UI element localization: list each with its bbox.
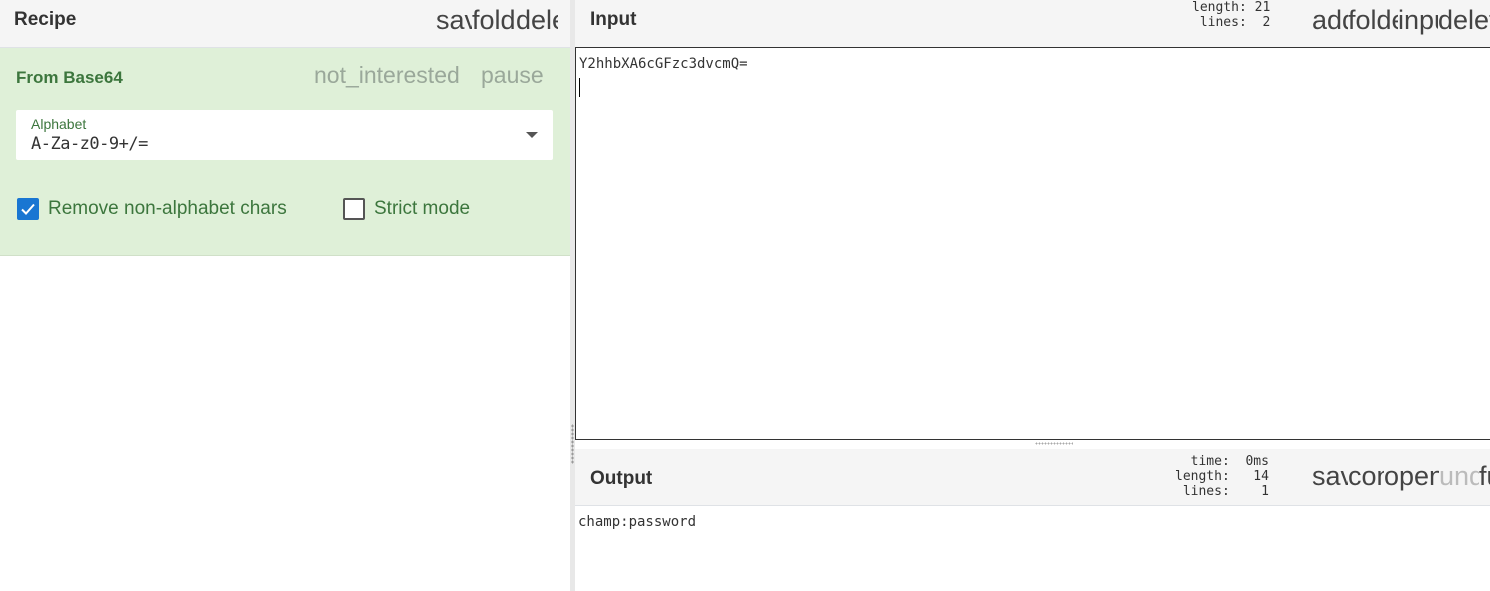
open-in-icon[interactable]: open_in_browser [1384,461,1439,491]
input-stats: length: 21 lines: 2 [1192,0,1271,30]
pane-resize-handle[interactable] [571,424,574,464]
output-toolbar: savecontent_copyopen_in_browserundofulls… [1312,461,1490,491]
disable-operation-icon[interactable]: not_interested [314,62,460,89]
output-title: Output [590,468,653,489]
input-title: Input [590,9,637,30]
input-header: Input length: 21 lines: 2 addfolderinput… [575,0,1490,47]
add-icon[interactable]: add [1312,5,1348,35]
alphabet-value: A-Za-z0-9+/= [31,134,148,154]
save-icon[interactable]: save [436,5,472,35]
fullscreen-icon[interactable]: fullscreen [1479,461,1490,491]
remove-non-alphabet-label[interactable]: Remove non-alphabet chars [48,198,287,220]
pause-icon[interactable]: pause [481,62,544,89]
recipe-pane: Recipe savefolderdelete From Base64 not_… [0,0,570,591]
operation-title: From Base64 [16,68,123,87]
alphabet-label: Alphabet [31,116,87,132]
recipe-toolbar: savefolderdelete [436,5,558,35]
save-icon[interactable]: save [1312,461,1348,491]
checkmark-icon [21,203,35,215]
output-stats: time: 0ms length: 14 lines: 1 [1175,454,1269,499]
alphabet-select[interactable]: Alphabet A-Za-z0-9+/= [16,110,553,160]
undo-icon[interactable]: undo [1439,461,1479,491]
folder-icon[interactable]: folder [472,5,516,35]
operation-from-base64[interactable]: From Base64 not_interested pause Alphabe… [0,48,570,256]
input-icon[interactable]: input [1398,5,1438,35]
recipe-title: Recipe [14,9,77,30]
recipe-header: Recipe savefolderdelete [0,0,570,48]
text-cursor [579,78,580,97]
strict-mode-label[interactable]: Strict mode [374,198,470,220]
folder-icon[interactable]: folder [1348,5,1398,35]
output-header: Output time: 0ms length: 14 lines: 1 sav… [575,449,1490,506]
delete-icon[interactable]: delete [1438,5,1490,35]
input-textarea[interactable]: Y2hhbXA6cGFzc3dvcmQ= [575,47,1490,440]
chevron-down-icon[interactable] [526,132,538,138]
copy-icon[interactable]: content_copy [1348,461,1384,491]
input-text: Y2hhbXA6cGFzc3dvcmQ= [579,56,748,72]
io-resize-handle[interactable] [1035,442,1073,445]
delete-icon[interactable]: delete [516,5,558,35]
strict-mode-checkbox[interactable] [343,198,365,220]
output-text: champ:password [578,514,697,530]
output-textarea[interactable]: champ:password [575,506,1490,591]
input-toolbar: addfolderinputdelete [1312,5,1490,35]
remove-non-alphabet-checkbox[interactable] [17,198,39,220]
